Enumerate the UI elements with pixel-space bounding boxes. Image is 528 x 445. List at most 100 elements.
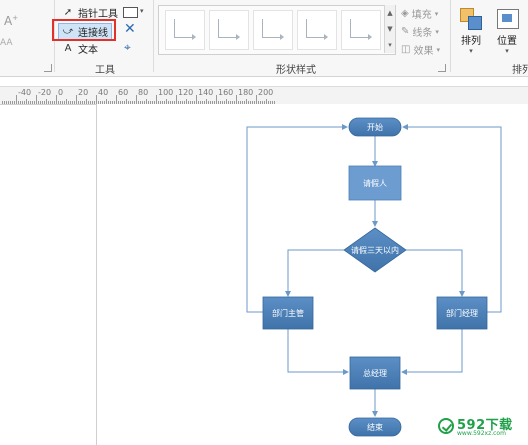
pointer-tool-button[interactable]: ➚ 指针工具 bbox=[62, 5, 118, 20]
ruler-minor-tick bbox=[64, 101, 65, 104]
ruler-tick bbox=[96, 95, 97, 104]
chevron-down-icon: ▾ bbox=[434, 9, 439, 18]
style-thumbnail[interactable] bbox=[341, 10, 381, 50]
ruler-minor-tick bbox=[32, 101, 33, 104]
style-thumbnail[interactable] bbox=[297, 10, 337, 50]
ruler-number: 0 bbox=[58, 88, 64, 97]
ruler-minor-tick bbox=[48, 101, 49, 104]
arrange-group-label: 排列 bbox=[512, 65, 528, 76]
arrange-button[interactable]: 排列 ▾ bbox=[454, 6, 488, 55]
end-node-label[interactable]: 结束 bbox=[349, 422, 401, 433]
text-tool-label: 文本 bbox=[78, 45, 98, 56]
ruler-minor-tick bbox=[44, 101, 45, 104]
font-size-icon[interactable]: A+ bbox=[4, 14, 18, 28]
gallery-scrollbar[interactable]: ▲ ▼ ▾ bbox=[384, 5, 395, 53]
ruler-number: 40 bbox=[98, 88, 109, 97]
tools-group-label: 工具 bbox=[95, 65, 115, 76]
ruler-minor-tick bbox=[18, 101, 19, 104]
request-leave-node-label[interactable]: 请假人 bbox=[349, 178, 401, 189]
effect-icon: ◫ bbox=[401, 44, 411, 55]
ruler-minor-tick bbox=[58, 101, 59, 104]
ruler-minor-tick bbox=[94, 101, 95, 104]
fill-button[interactable]: ◈ 填充 ▾ bbox=[401, 6, 438, 21]
scroll-down-icon[interactable]: ▼ bbox=[387, 25, 392, 33]
ruler-minor-tick bbox=[78, 101, 79, 104]
font-style-icon[interactable]: AA bbox=[0, 38, 13, 48]
launcher-icon[interactable] bbox=[438, 64, 446, 72]
drawing-canvas[interactable]: 开始 请假人 请假三天以内 部门主管 部门经理 总经理 结束 bbox=[97, 104, 528, 445]
supervisor-node-label[interactable]: 部门主管 bbox=[263, 308, 313, 319]
position-icon bbox=[490, 6, 524, 32]
ruler-minor-tick bbox=[54, 101, 55, 104]
horizontal-ruler[interactable]: -40 -20 0 20 40 60 80 100 120 140 160 180 200 bbox=[0, 86, 528, 105]
ruler-minor-tick bbox=[14, 101, 15, 104]
chevron-down-icon: ▾ bbox=[436, 45, 440, 54]
pointer-icon: ➚ bbox=[63, 7, 73, 18]
ruler-minor-tick bbox=[38, 101, 39, 104]
watermark-url: www.592xz.com bbox=[457, 430, 506, 437]
ruler-number: 120 bbox=[178, 88, 194, 97]
ruler-minor-tick bbox=[68, 101, 69, 104]
style-thumbnail[interactable] bbox=[253, 10, 293, 50]
line-icon: ✎ bbox=[401, 26, 410, 37]
ruler-minor-tick bbox=[4, 101, 5, 104]
watermark-logo: 592下载 www.592xz.com bbox=[438, 414, 513, 437]
ruler-tick bbox=[56, 95, 57, 104]
connector-supervisor-to-gm bbox=[287, 329, 349, 375]
ruler-minor-tick bbox=[12, 101, 13, 104]
pointer-tool-label: 指针工具 bbox=[78, 9, 118, 20]
line-button[interactable]: ✎ 线条 ▾ bbox=[401, 24, 439, 39]
scroll-up-icon[interactable]: ▲ bbox=[387, 9, 392, 17]
effect-label: 效果 bbox=[413, 46, 434, 57]
highlight-frame bbox=[52, 19, 116, 41]
ruler-minor-tick bbox=[82, 101, 83, 104]
ruler-minor-tick bbox=[88, 101, 89, 104]
ruler-number: -20 bbox=[38, 88, 52, 97]
group-separator bbox=[153, 0, 154, 72]
ruler-tick bbox=[16, 95, 17, 104]
arrange-label: 排列 bbox=[461, 36, 481, 47]
line-label: 线条 bbox=[412, 28, 433, 39]
ruler-minor-tick bbox=[74, 101, 75, 104]
launcher-icon[interactable] bbox=[44, 64, 52, 72]
gallery-expand-icon[interactable]: ▾ bbox=[388, 41, 392, 49]
ruler-minor-tick bbox=[72, 101, 73, 104]
shape-style-gallery[interactable] bbox=[158, 5, 396, 55]
style-thumbnail[interactable] bbox=[165, 10, 205, 50]
ruler-minor-tick bbox=[46, 99, 47, 104]
general-manager-node-label[interactable]: 总经理 bbox=[350, 368, 400, 379]
ruler-tick bbox=[176, 95, 177, 104]
decision-node-label[interactable]: 请假三天以内 bbox=[337, 245, 413, 256]
ruler-minor-tick bbox=[52, 101, 53, 104]
ruler-tick bbox=[116, 95, 117, 104]
start-node-label[interactable]: 开始 bbox=[349, 122, 401, 133]
delete-icon[interactable]: ✕ bbox=[124, 21, 136, 37]
shape-dropdown-icon[interactable]: ▾ bbox=[140, 7, 144, 15]
chevron-down-icon: ▾ bbox=[505, 47, 509, 55]
style-thumbnail[interactable] bbox=[209, 10, 249, 50]
checkmark-icon bbox=[438, 417, 454, 434]
ruler-minor-tick bbox=[26, 99, 27, 104]
connection-point-icon[interactable]: ⌖ bbox=[124, 40, 131, 55]
ribbon: A+ AA ➚ 指针工具 ⤻ 连接线 A 文本 ▾ ✕ ⌖ 工具 ▲ ▼ ▾ ◈… bbox=[0, 0, 528, 77]
group-separator bbox=[450, 0, 451, 72]
ruler-number: 180 bbox=[238, 88, 254, 97]
ruler-minor-tick bbox=[40, 101, 41, 104]
fill-label: 填充 bbox=[411, 10, 432, 21]
position-button[interactable]: 位置 ▾ bbox=[490, 6, 524, 55]
connector-manager-loop bbox=[402, 124, 502, 313]
ruler-minor-tick bbox=[22, 101, 23, 104]
connector-decision-to-manager bbox=[400, 249, 465, 297]
ruler-tick bbox=[256, 95, 257, 104]
fill-icon: ◈ bbox=[401, 8, 409, 19]
effect-button[interactable]: ◫ 效果 ▾ bbox=[401, 42, 440, 57]
ruler-tick bbox=[136, 95, 137, 104]
ruler-minor-tick bbox=[90, 101, 91, 104]
rectangle-shape-icon[interactable] bbox=[123, 7, 138, 18]
ruler-minor-tick bbox=[20, 101, 21, 104]
ruler-minor-tick bbox=[28, 101, 29, 104]
manager-node-label[interactable]: 部门经理 bbox=[437, 308, 487, 319]
ruler-minor-tick bbox=[70, 101, 71, 104]
text-tool-button[interactable]: A 文本 bbox=[62, 41, 98, 56]
ruler-minor-tick bbox=[66, 99, 67, 104]
